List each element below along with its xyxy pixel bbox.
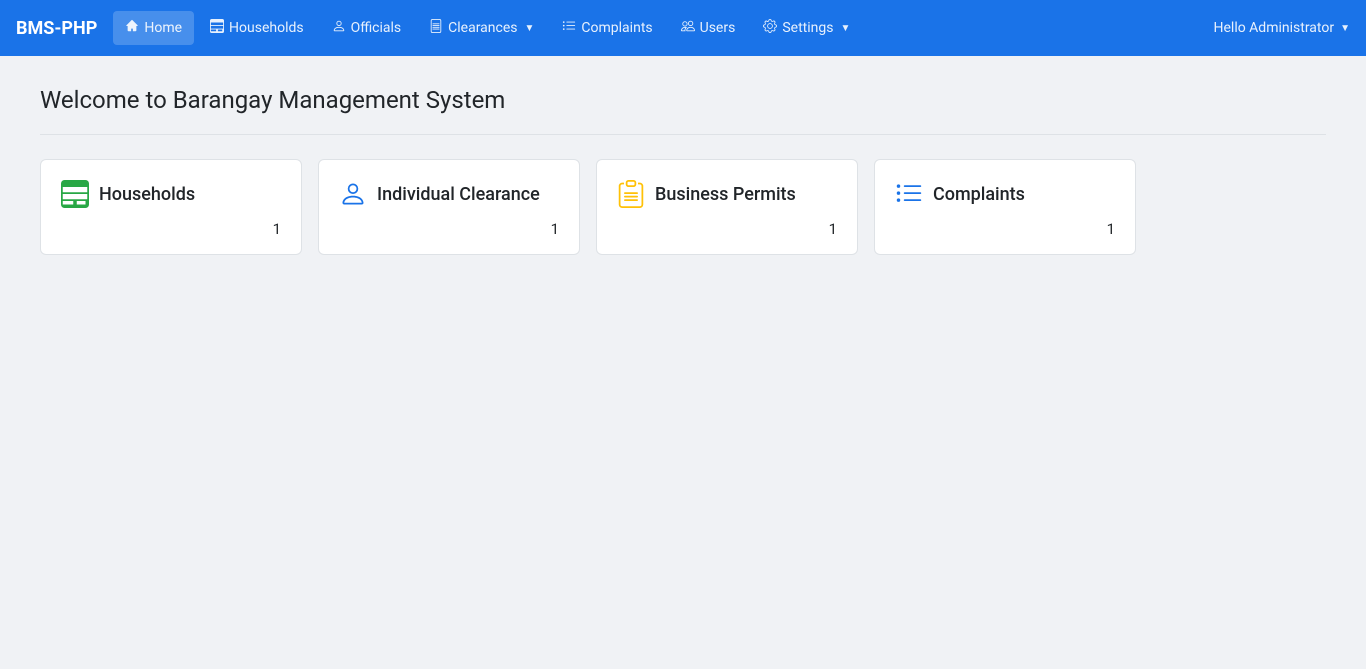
nav-home[interactable]: Home xyxy=(113,11,194,45)
officials-icon xyxy=(332,19,346,37)
navbar-left: BMS-PHP Home Households Officials xyxy=(16,11,862,45)
complaints-card-count: 1 xyxy=(895,220,1115,238)
business-card-count: 1 xyxy=(617,220,837,238)
cards-row: Households 1 Individual Clearance 1 xyxy=(40,159,1326,255)
card-clearance-header: Individual Clearance xyxy=(339,180,559,208)
nav-users[interactable]: Users xyxy=(669,11,748,45)
households-card-count: 1 xyxy=(61,220,281,238)
business-card-title: Business Permits xyxy=(655,184,796,205)
nav-households-label: Households xyxy=(229,20,304,36)
complaints-nav-icon xyxy=(562,19,576,37)
clearance-card-count: 1 xyxy=(339,220,559,238)
nav-complaints-label: Complaints xyxy=(581,20,652,36)
complaints-card-title: Complaints xyxy=(933,184,1025,205)
card-households-header: Households xyxy=(61,180,281,208)
nav-officials-label: Officials xyxy=(351,20,402,36)
households-card-title: Households xyxy=(99,184,195,205)
user-dropdown-arrow: ▼ xyxy=(1340,23,1350,34)
nav-clearances[interactable]: Clearances ▼ xyxy=(417,11,546,45)
card-complaints[interactable]: Complaints 1 xyxy=(874,159,1136,255)
clearances-icon xyxy=(429,19,443,37)
clearances-dropdown-arrow: ▼ xyxy=(525,23,535,34)
home-icon xyxy=(125,19,139,37)
nav-complaints[interactable]: Complaints xyxy=(550,11,664,45)
nav-officials[interactable]: Officials xyxy=(320,11,414,45)
card-individual-clearance[interactable]: Individual Clearance 1 xyxy=(318,159,580,255)
card-business-permits[interactable]: Business Permits 1 xyxy=(596,159,858,255)
settings-icon xyxy=(763,19,777,37)
navbar: BMS-PHP Home Households Officials xyxy=(0,0,1366,56)
nav-settings-label: Settings xyxy=(782,20,833,36)
nav-settings[interactable]: Settings ▼ xyxy=(751,11,862,45)
nav-users-label: Users xyxy=(700,20,736,36)
user-greeting: Hello Administrator xyxy=(1214,20,1335,36)
user-menu[interactable]: Hello Administrator ▼ xyxy=(1214,20,1351,36)
business-card-icon xyxy=(617,180,645,208)
table-nav-icon xyxy=(210,19,224,37)
settings-dropdown-arrow: ▼ xyxy=(840,23,850,34)
page-title: Welcome to Barangay Management System xyxy=(40,86,1326,114)
complaints-card-icon xyxy=(895,180,923,208)
nav-households[interactable]: Households xyxy=(198,11,316,45)
households-card-icon xyxy=(61,180,89,208)
clearance-card-icon xyxy=(339,180,367,208)
nav-home-label: Home xyxy=(144,20,182,36)
card-business-header: Business Permits xyxy=(617,180,837,208)
divider xyxy=(40,134,1326,135)
brand-logo[interactable]: BMS-PHP xyxy=(16,18,97,39)
main-content: Welcome to Barangay Management System Ho… xyxy=(0,56,1366,285)
users-icon xyxy=(681,19,695,37)
card-complaints-header: Complaints xyxy=(895,180,1115,208)
clearance-card-title: Individual Clearance xyxy=(377,184,540,205)
nav-clearances-label: Clearances xyxy=(448,20,517,36)
card-households[interactable]: Households 1 xyxy=(40,159,302,255)
